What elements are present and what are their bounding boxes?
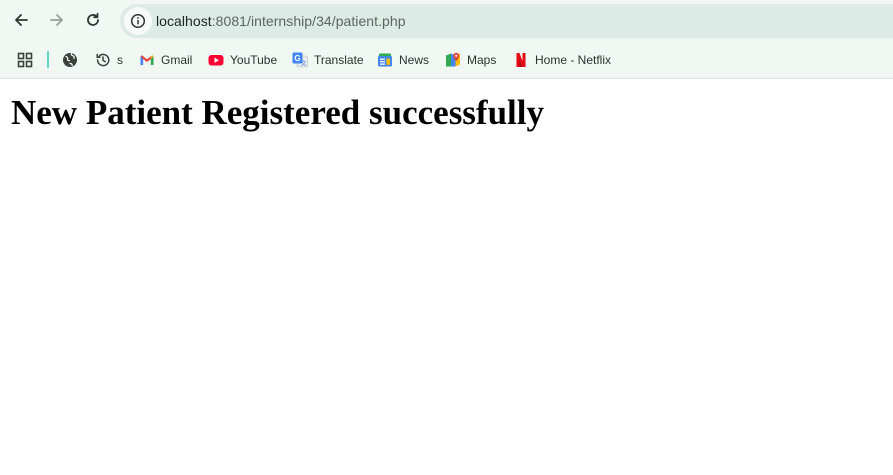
bookmark-youtube[interactable]: YouTube: [208, 50, 277, 70]
page-heading: New Patient Registered successfully: [11, 93, 544, 132]
bookmark-label: News: [399, 53, 430, 67]
reload-button[interactable]: [78, 5, 108, 35]
forward-button[interactable]: [42, 5, 72, 35]
address-bar[interactable]: localhost:8081/internship/34/patient.php: [120, 4, 893, 38]
news-icon: [377, 52, 393, 68]
page-content: New Patient Registered successfully: [0, 80, 893, 475]
url-host: localhost: [156, 13, 212, 29]
bookmarks-separator: [47, 51, 49, 68]
apps-button[interactable]: [17, 52, 33, 68]
svg-text:文: 文: [301, 60, 307, 68]
bookmark-news[interactable]: News: [377, 50, 429, 70]
bookmark-translate[interactable]: G 文 Translate: [292, 50, 364, 70]
netflix-icon: [513, 52, 529, 68]
gmail-icon: [139, 52, 155, 68]
site-info-button[interactable]: [124, 7, 152, 35]
reload-icon: [87, 12, 99, 26]
bookmark-s[interactable]: s: [95, 50, 123, 70]
bookmarks-bar: s Gmail YouTube G 文 Translate News Maps …: [0, 42, 893, 78]
arrow-right-icon: [50, 14, 63, 26]
url-text[interactable]: localhost:8081/internship/34/patient.php: [156, 13, 406, 29]
history-icon: [95, 52, 111, 68]
bookmark-label: Home - Netflix: [535, 53, 612, 67]
url-path: :8081/internship/34/patient.php: [211, 13, 406, 29]
bookmark-label: Gmail: [161, 53, 193, 67]
bookmark-label: Maps: [467, 53, 497, 67]
bookmark-label: Translate: [314, 53, 364, 67]
arrow-left-icon: [15, 14, 28, 26]
apps-grid-icon: [17, 52, 33, 68]
globe-icon: [62, 52, 78, 68]
translate-icon: G 文: [292, 52, 308, 68]
browser-chrome: localhost:8081/internship/34/patient.php: [0, 0, 893, 79]
youtube-icon: [208, 52, 224, 68]
bookmark-gmail[interactable]: Gmail: [139, 50, 192, 70]
bookmark-label: s: [117, 53, 123, 67]
bookmark-netflix[interactable]: Home - Netflix: [513, 50, 611, 70]
info-icon: [130, 13, 146, 29]
bookmark-maps[interactable]: Maps: [445, 50, 496, 70]
bookmark-label: YouTube: [230, 53, 278, 67]
bookmark-globe[interactable]: [62, 50, 78, 70]
back-button[interactable]: [6, 5, 36, 35]
browser-toolbar: localhost:8081/internship/34/patient.php: [0, 0, 893, 42]
maps-icon: [445, 52, 461, 68]
